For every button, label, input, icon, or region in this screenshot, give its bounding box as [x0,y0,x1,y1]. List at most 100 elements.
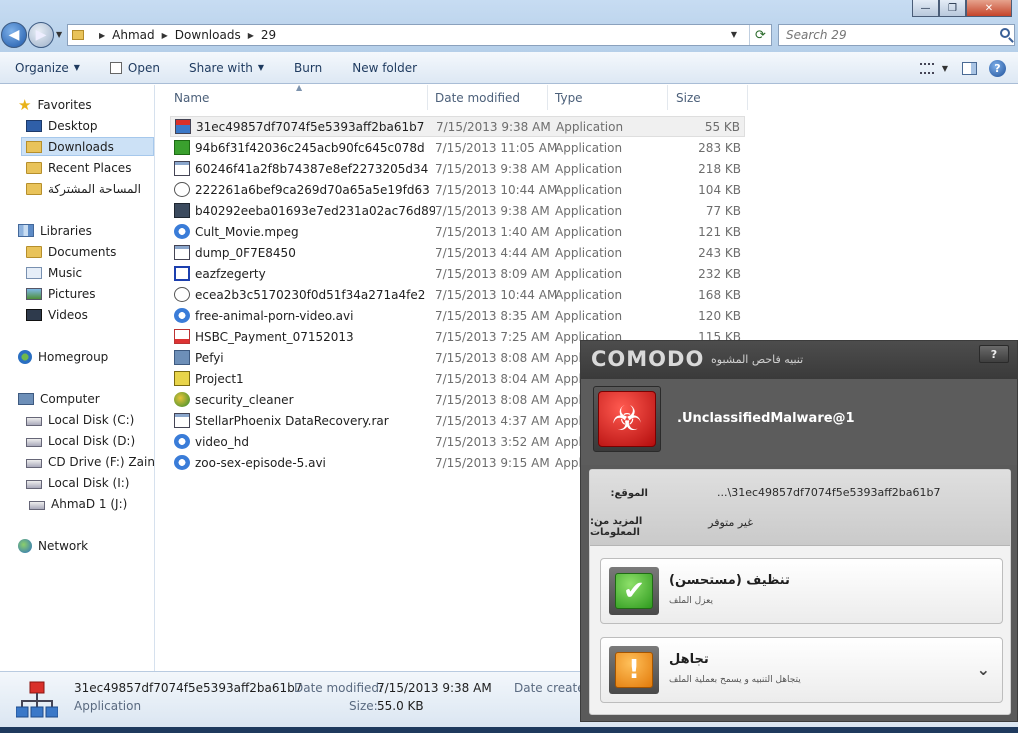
details-filename: 31ec49857df7074f5e5393aff2ba61b7 [74,681,303,695]
computer-icon [174,350,190,365]
address-bar[interactable]: ▶ Ahmad ▶ Downloads ▶ 29 ▼ ⟳ [67,24,772,46]
breadcrumb-downloads[interactable]: Downloads [175,28,241,42]
comodo-help-button[interactable]: ? [979,345,1009,363]
disk-icon [26,416,42,426]
videos-icon [26,308,42,321]
share-with-button[interactable]: Share with ▼ [189,52,264,83]
breadcrumb-ahmad[interactable]: Ahmad [112,28,154,42]
column-label: Name [174,90,210,105]
search-icon[interactable] [1000,28,1010,38]
nav-disk-d[interactable]: Local Disk (D:) [26,431,135,450]
threat-info: :الموقع ...\31ec49857df7074f5e5393aff2ba… [590,470,1010,546]
maximize-button[interactable]: ❐ [939,0,966,17]
nav-label: Pictures [48,286,96,301]
cd-drive-icon [26,458,42,468]
ignore-icon-frame: ! [609,646,659,694]
breadcrumb-29[interactable]: 29 [261,28,276,42]
vb-icon [174,371,190,386]
homegroup-icon [18,349,32,364]
file-name: 31ec49857df7074f5e5393aff2ba61b7 [196,119,425,134]
nav-downloads[interactable]: Downloads [21,137,154,156]
nav-disk-c[interactable]: Local Disk (C:) [26,410,134,429]
libraries-icon [18,224,34,237]
biohazard-icon-frame: ☣ [593,386,661,452]
file-date: 7/15/2013 8:04 AM [435,371,550,386]
nav-desktop[interactable]: Desktop [26,116,98,135]
help-icon[interactable]: ? [989,59,1006,77]
clean-subtitle: يعزل الملف [669,596,713,606]
column-size[interactable]: Size [668,85,748,110]
open-button[interactable]: Open [109,52,160,83]
folder-icon [72,30,84,40]
nav-recent-places[interactable]: Recent Places [26,158,131,177]
comodo-header: COMODO تنبيه فاحص المشبوه ? [581,341,1017,379]
details-size-label: Size: [349,699,378,713]
file-row[interactable]: Cult_Movie.mpeg 7/15/2013 1:40 AM Applicat… [170,221,745,242]
search-box[interactable] [778,24,1015,46]
file-row[interactable]: 31ec49857df7074f5e5393aff2ba61b7 7/15/201… [170,116,745,137]
organize-button[interactable]: Organize ▼ [15,52,80,83]
forward-arrow-icon: ▶ [35,27,47,43]
nav-documents[interactable]: Documents [26,242,116,261]
address-dropdown[interactable]: ▼ [731,30,737,39]
file-size: 55 KB [704,119,740,134]
search-input[interactable] [779,28,989,42]
disk-icon [26,479,42,489]
nav-pictures[interactable]: Pictures [26,284,96,303]
nav-cd-drive[interactable]: CD Drive (F:) Zain Br [26,452,155,471]
column-date-modified[interactable]: Date modified [428,85,548,110]
file-row[interactable]: dump_0F7E8450 7/15/2013 4:44 AM Applicatio… [170,242,745,263]
ignore-button[interactable]: ! تجاهل يتجاهل التنبيه و يسمح بعملية الم… [600,637,1003,703]
file-row[interactable]: free-animal-porn-video.avi 7/15/2013 8:35… [170,305,745,326]
chevron-down-icon[interactable]: ▼ [942,64,948,73]
file-name: zoo-sex-episode-5.avi [195,455,326,470]
nav-computer[interactable]: Computer [18,389,100,408]
nav-network[interactable]: Network [18,536,88,555]
open-icon [109,61,122,74]
column-name[interactable]: Name ▲ [156,83,428,110]
navigation-pane: ★ Favorites Desktop Downloads Recent Plac… [0,85,155,671]
column-type[interactable]: Type [548,85,668,110]
view-options-icon[interactable] [919,62,934,74]
chevron-down-icon[interactable]: ⌄ [977,660,990,679]
close-button[interactable]: ✕ [966,0,1012,17]
file-row[interactable]: eazfzegerty 7/15/2013 8:09 AM Application 2… [170,263,745,284]
biohazard-icon: ☣ [598,391,656,447]
file-row[interactable]: 60246f41a2f8b74387e8ef2273205d34 7/15/201… [170,158,745,179]
nav-shared-space[interactable]: المساحة المشتركة [26,179,141,198]
recent-pages-dropdown[interactable]: ▼ [56,30,62,39]
file-date: 7/15/2013 7:25 AM [435,329,550,344]
nav-disk-i[interactable]: Local Disk (I:) [26,473,129,492]
file-size: 232 KB [698,266,741,281]
file-row[interactable]: b40292eeba01693e7ed231a02ac76d89 7/15/201… [170,200,745,221]
back-button[interactable]: ◀ [1,22,27,48]
ie-icon [174,455,190,470]
downloads-icon [26,140,42,153]
preview-pane-icon[interactable] [962,61,977,75]
nav-music[interactable]: Music [26,263,82,282]
blue-frame-icon [174,266,190,281]
pictures-icon [26,287,42,300]
nav-libraries[interactable]: Libraries [18,221,92,240]
details-filetype: Application [74,699,142,713]
clean-button[interactable]: ✔ تنظيف (مستحسن) يعزل الملف [600,558,1003,624]
new-folder-button[interactable]: New folder [352,52,417,83]
nav-homegroup[interactable]: Homegroup [18,347,108,366]
burn-button[interactable]: Burn [294,52,322,83]
refresh-button[interactable]: ⟳ [749,25,771,45]
nav-label: Desktop [48,118,98,133]
file-date: 7/15/2013 8:35 AM [435,308,550,323]
network-app-icon [16,681,58,718]
file-name: ecea2b3c5170230f0d51f34a271a4fe2 [195,287,426,302]
nav-videos[interactable]: Videos [26,305,88,324]
file-row[interactable]: 222261a6bef9ca269d70a65a5e19fd63 7/15/201… [170,179,745,200]
nav-disk-j[interactable]: AhmaD 1 (J:) [29,494,127,513]
file-row[interactable]: 94b6f31f42036c245acb90fc645c078d 7/15/201… [170,137,745,158]
globe-icon [174,392,190,407]
file-row[interactable]: ecea2b3c5170230f0d51f34a271a4fe2 7/15/201… [170,284,745,305]
nav-favorites[interactable]: ★ Favorites [18,95,92,114]
forward-button[interactable]: ▶ [28,22,54,48]
chevron-right-icon: ▶ [161,30,168,40]
minimize-button[interactable]: — [912,0,939,17]
clean-title: تنظيف (مستحسن) [669,573,790,588]
